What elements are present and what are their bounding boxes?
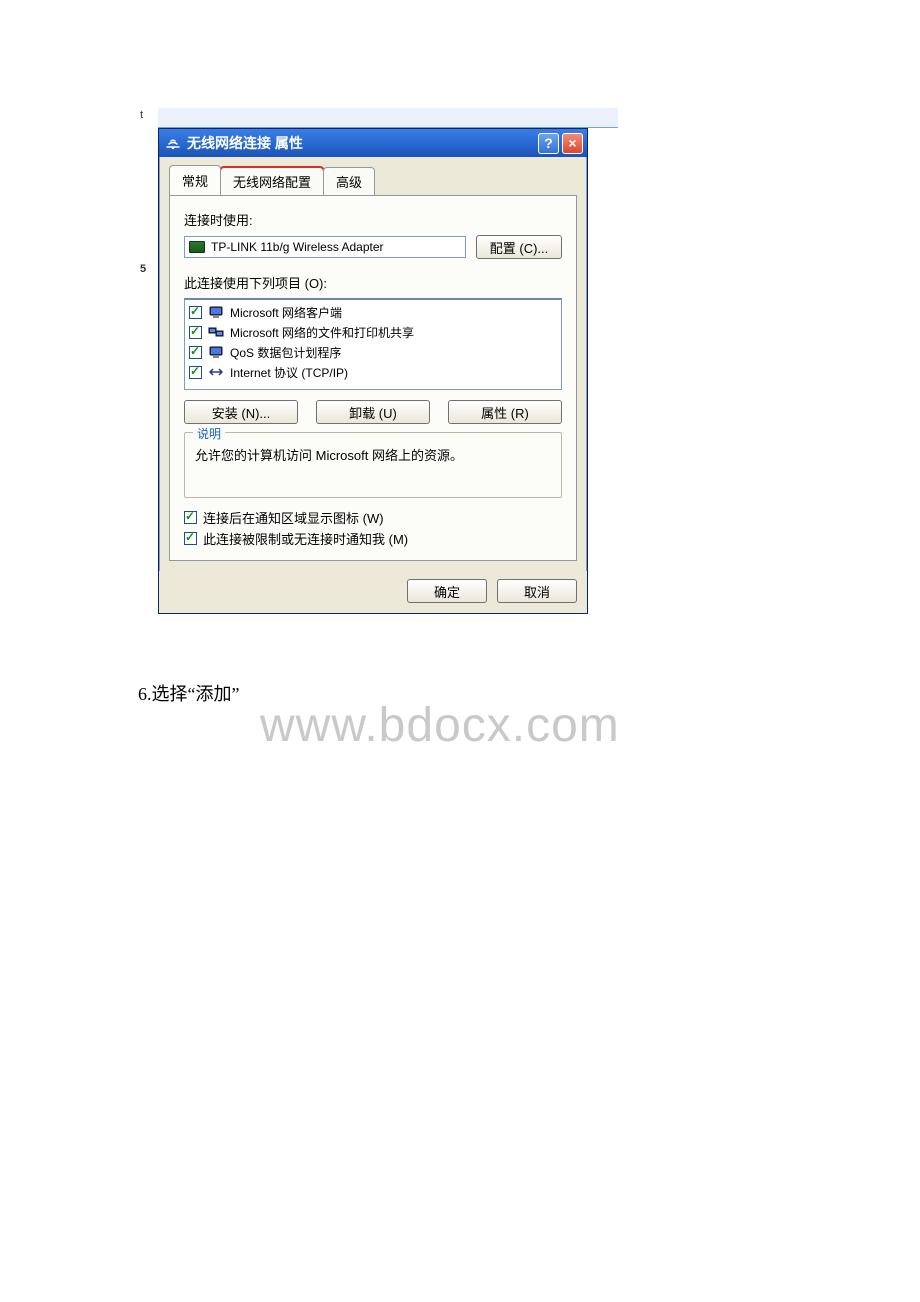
- checkbox-icon[interactable]: [184, 511, 197, 524]
- cancel-button[interactable]: 取消: [497, 579, 577, 603]
- description-text: 允许您的计算机访问 Microsoft 网络上的资源。: [195, 447, 551, 487]
- list-item[interactable]: Microsoft 网络客户端: [189, 302, 557, 322]
- list-item-label: Internet 协议 (TCP/IP): [230, 364, 348, 381]
- share-icon: [208, 324, 224, 340]
- checkbox-icon[interactable]: [184, 532, 197, 545]
- properties-button[interactable]: 属性 (R): [448, 400, 562, 424]
- titlebar[interactable]: 无线网络连接 属性 ? ×: [159, 129, 587, 157]
- tab-strip: 常规 无线网络配置 高级: [159, 157, 587, 195]
- tab-wireless-config[interactable]: 无线网络配置: [220, 167, 324, 196]
- ok-button[interactable]: 确定: [407, 579, 487, 603]
- show-icon-row[interactable]: 连接后在通知区域显示图标 (W): [184, 508, 562, 527]
- nic-icon: [189, 241, 205, 253]
- tab-general[interactable]: 常规: [169, 165, 221, 195]
- list-item[interactable]: Internet 协议 (TCP/IP): [189, 362, 557, 382]
- close-button[interactable]: ×: [562, 133, 583, 154]
- notify-limited-label: 此连接被限制或无连接时通知我 (M): [203, 529, 408, 548]
- help-button[interactable]: ?: [538, 133, 559, 154]
- dialog-button-row: 确定 取消: [159, 571, 587, 613]
- install-button[interactable]: 安装 (N)...: [184, 400, 298, 424]
- cropped-left-text: t 5: [140, 108, 160, 628]
- list-item[interactable]: QoS 数据包计划程序: [189, 342, 557, 362]
- adapter-name: TP-LINK 11b/g Wireless Adapter: [211, 240, 384, 254]
- client-icon: [208, 304, 224, 320]
- list-item[interactable]: Microsoft 网络的文件和打印机共享: [189, 322, 557, 342]
- notify-limited-row[interactable]: 此连接被限制或无连接时通知我 (M): [184, 529, 562, 548]
- list-item-label: Microsoft 网络客户端: [230, 304, 342, 321]
- checkbox-icon[interactable]: [189, 306, 202, 319]
- adapter-field[interactable]: TP-LINK 11b/g Wireless Adapter: [184, 236, 466, 258]
- background-strip: [158, 108, 618, 128]
- protocol-icon: [208, 364, 224, 380]
- qos-icon: [208, 344, 224, 360]
- uninstall-button[interactable]: 卸载 (U): [316, 400, 430, 424]
- tab-panel-general: 连接时使用: TP-LINK 11b/g Wireless Adapter 配置…: [169, 195, 577, 561]
- list-item-label: QoS 数据包计划程序: [230, 344, 341, 361]
- configure-button[interactable]: 配置 (C)...: [476, 235, 562, 259]
- description-group: 说明 允许您的计算机访问 Microsoft 网络上的资源。: [184, 432, 562, 498]
- checkbox-icon[interactable]: [189, 326, 202, 339]
- items-label: 此连接使用下列项目 (O):: [184, 273, 562, 292]
- components-listbox[interactable]: Microsoft 网络客户端 Microsoft 网络的文件和打印机共享: [184, 298, 562, 390]
- tab-advanced[interactable]: 高级: [323, 167, 375, 196]
- step-caption: 6.选择“添加”: [138, 680, 239, 706]
- properties-dialog: 无线网络连接 属性 ? × 常规 无线网络配置 高级 连接时使用: TP-LIN…: [158, 128, 588, 614]
- connect-using-label: 连接时使用:: [184, 210, 562, 229]
- show-icon-label: 连接后在通知区域显示图标 (W): [203, 508, 384, 527]
- watermark-text: www.bdocx.com: [260, 698, 620, 753]
- connection-icon: [165, 135, 181, 151]
- description-title: 说明: [193, 425, 225, 442]
- checkbox-icon[interactable]: [189, 346, 202, 359]
- window-title: 无线网络连接 属性: [187, 133, 535, 153]
- list-item-label: Microsoft 网络的文件和打印机共享: [230, 324, 414, 341]
- checkbox-icon[interactable]: [189, 366, 202, 379]
